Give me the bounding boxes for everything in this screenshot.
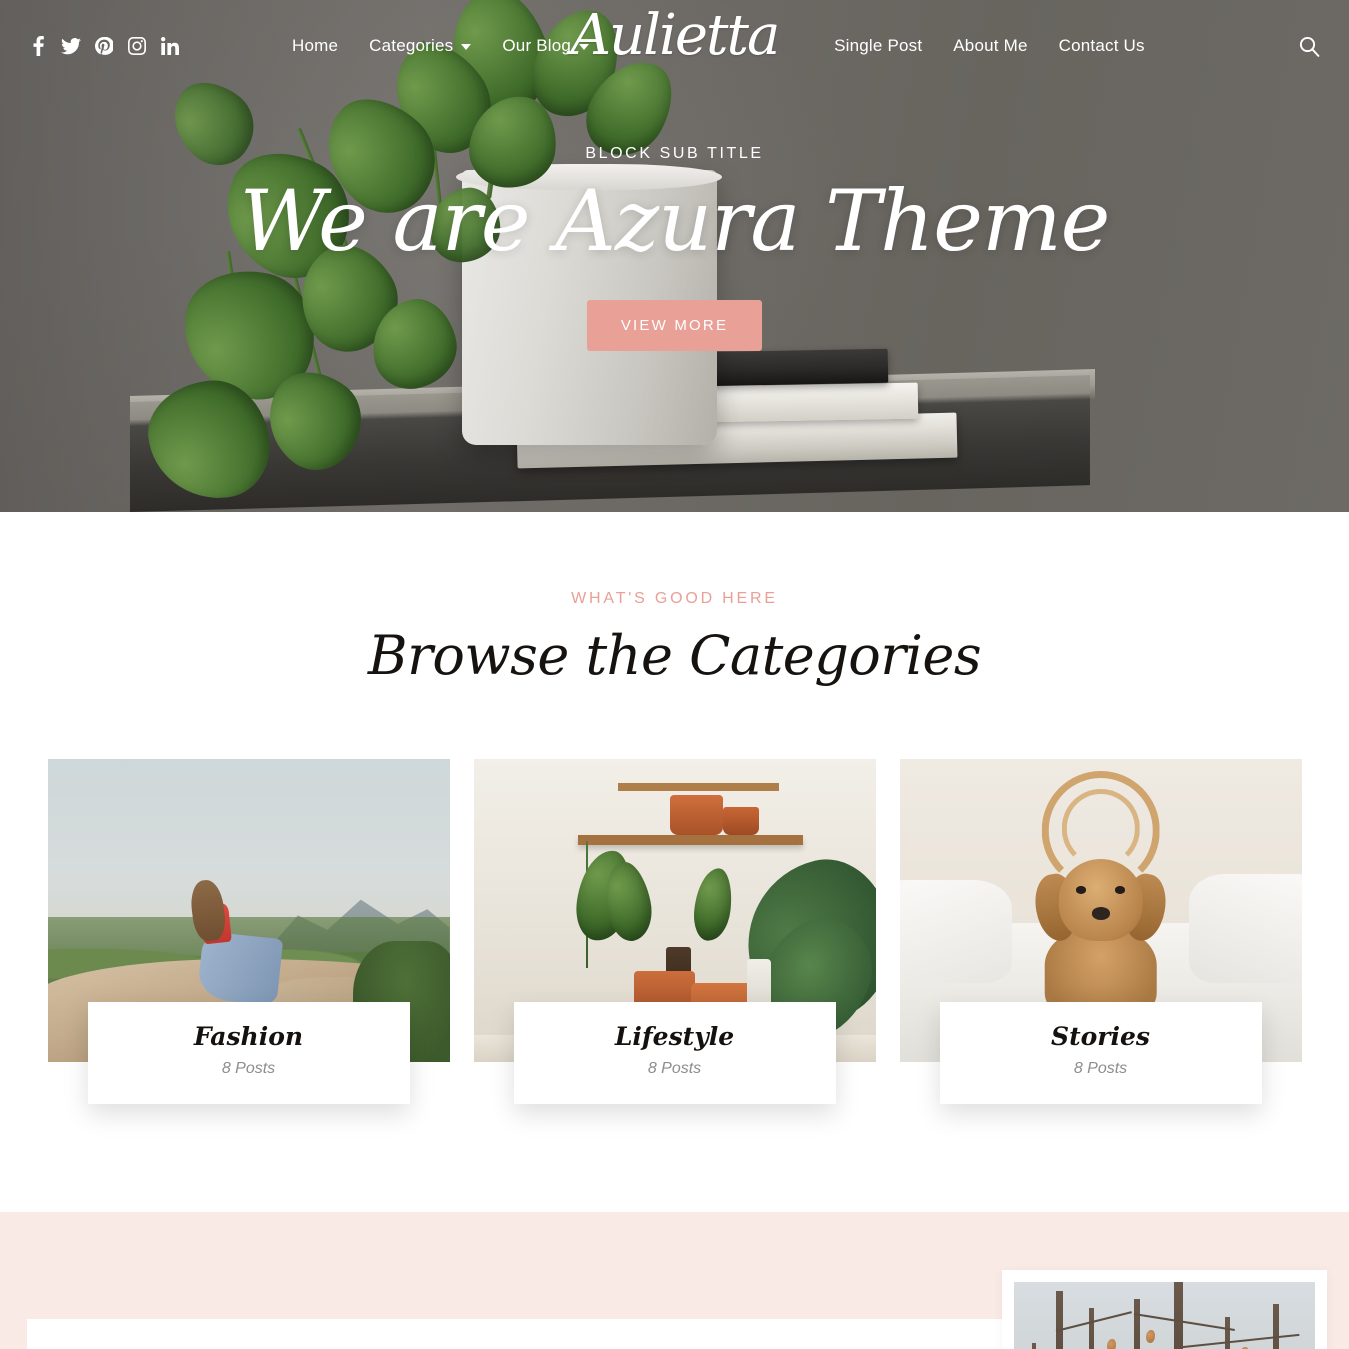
site-logo[interactable]: Aulietta [571, 8, 781, 64]
page-root: Home Categories Our Blog Aulietta Single… [0, 0, 1349, 1349]
category-card-lifestyle[interactable]: Lifestyle 8 Posts [473, 759, 876, 1104]
site-header: Home Categories Our Blog Aulietta Single… [0, 0, 1349, 92]
primary-nav-right: Single Post About Me Contact Us [834, 36, 1145, 56]
featured-photo-card[interactable] [1002, 1270, 1327, 1349]
categories-section: WHAT'S GOOD HERE Browse the Categories F… [0, 512, 1349, 1104]
nav-label: Home [292, 36, 339, 55]
nav-label: About Me [953, 36, 1028, 55]
photo-upper-shelf [618, 783, 780, 792]
featured-photo [1014, 1282, 1315, 1349]
section-title: Browse the Categories [367, 624, 982, 687]
category-name: Fashion [193, 1022, 304, 1051]
nav-item-home[interactable]: Home [292, 36, 338, 56]
hero-content: BLOCK SUB TITLE We are Azura Theme VIEW … [0, 145, 1349, 352]
category-label-card: Lifestyle 8 Posts [513, 1002, 836, 1104]
photo-pillow [899, 880, 1013, 984]
hero-title: We are Azura Theme [239, 172, 1111, 270]
photo-dog-eye [1076, 886, 1087, 894]
nav-label: Categories [369, 36, 454, 55]
photo-dog-head [1058, 858, 1143, 941]
photo-dried-leaves [1107, 1338, 1117, 1349]
section-eyebrow: WHAT'S GOOD HERE [571, 590, 778, 607]
twitter-icon[interactable] [61, 35, 81, 57]
nav-label: Our Blog [502, 36, 572, 55]
photo-tree-trunk [1173, 1282, 1183, 1349]
category-card-fashion[interactable]: Fashion 8 Posts [47, 759, 450, 1104]
nav-item-single-post[interactable]: Single Post [834, 36, 922, 56]
instagram-icon[interactable] [127, 35, 147, 57]
photo-terracotta-pot [722, 807, 759, 835]
linkedin-icon[interactable] [160, 35, 180, 57]
photo-shelf [578, 834, 804, 845]
pinterest-icon[interactable] [94, 35, 114, 57]
category-name: Lifestyle [614, 1022, 735, 1051]
hero-section: Home Categories Our Blog Aulietta Single… [0, 0, 1349, 512]
photo-terracotta-pot [670, 795, 723, 835]
search-icon[interactable] [1295, 32, 1323, 60]
photo-tree-trunk [1032, 1343, 1037, 1349]
nav-item-about-me[interactable]: About Me [953, 36, 1027, 56]
nav-label: Contact Us [1058, 36, 1145, 55]
category-post-count: 8 Posts [221, 1060, 276, 1077]
photo-dog-eye [1114, 886, 1125, 894]
photo-tree-trunk [1056, 1290, 1064, 1349]
category-name: Stories [1051, 1022, 1150, 1051]
category-label-card: Stories 8 Posts [939, 1002, 1262, 1104]
photo-tree-trunk [1272, 1303, 1279, 1349]
category-post-count: 8 Posts [1073, 1060, 1128, 1077]
photo-pillow [1188, 874, 1302, 984]
photo-tree-trunk [1224, 1316, 1230, 1349]
photo-wall-decor [1061, 789, 1140, 868]
category-label-card: Fashion 8 Posts [87, 1002, 410, 1104]
chevron-down-icon [461, 44, 472, 50]
view-more-button[interactable]: VIEW MORE [586, 300, 763, 352]
category-card-stories[interactable]: Stories 8 Posts [899, 759, 1302, 1104]
nav-label: Single Post [834, 36, 923, 55]
photo-tree-trunk [1134, 1299, 1141, 1349]
primary-nav-left: Home Categories Our Blog [292, 36, 590, 56]
photo-tree-trunk [1089, 1308, 1095, 1349]
social-links [28, 35, 180, 57]
category-grid: Fashion 8 Posts Lifestyle 8 Posts Storie… [0, 759, 1349, 1104]
nav-item-categories[interactable]: Categories [369, 36, 472, 56]
hero-subtitle: BLOCK SUB TITLE [585, 145, 764, 162]
category-post-count: 8 Posts [647, 1060, 702, 1077]
facebook-icon[interactable] [28, 35, 48, 57]
featured-section [0, 1212, 1349, 1349]
nav-item-contact-us[interactable]: Contact Us [1059, 36, 1145, 56]
